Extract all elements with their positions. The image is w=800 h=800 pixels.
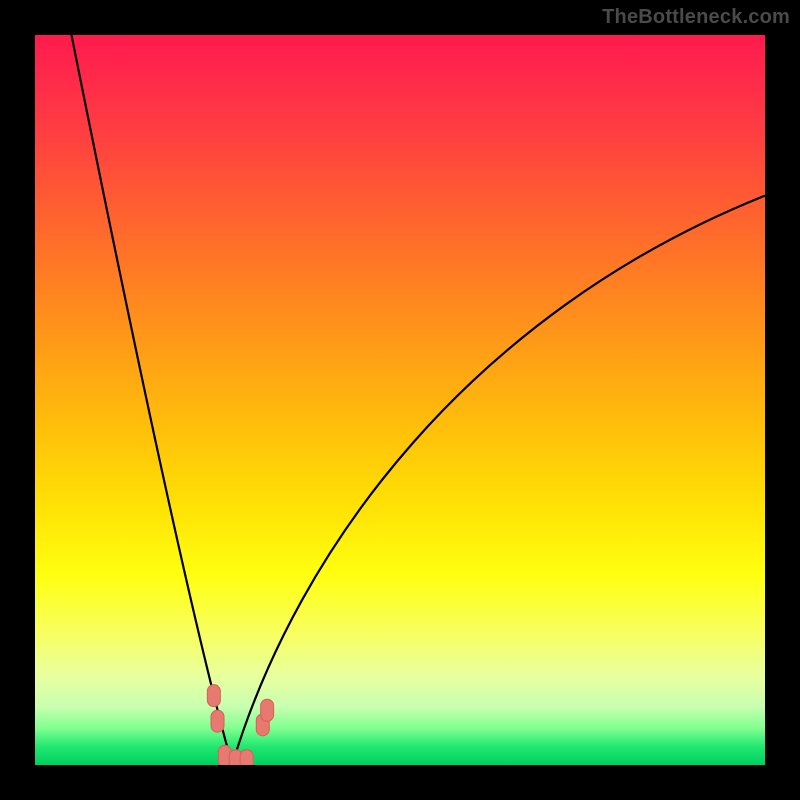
- marker: [207, 685, 220, 707]
- marker: [211, 710, 224, 732]
- watermark-text: TheBottleneck.com: [602, 6, 790, 29]
- curve-right: [232, 196, 765, 765]
- plot-area: [35, 35, 765, 765]
- marker: [240, 750, 253, 765]
- curve-layer: [35, 35, 765, 765]
- marker-group: [207, 685, 273, 765]
- chart-frame: TheBottleneck.com: [0, 0, 800, 800]
- marker: [261, 699, 274, 721]
- curve-left: [72, 35, 233, 765]
